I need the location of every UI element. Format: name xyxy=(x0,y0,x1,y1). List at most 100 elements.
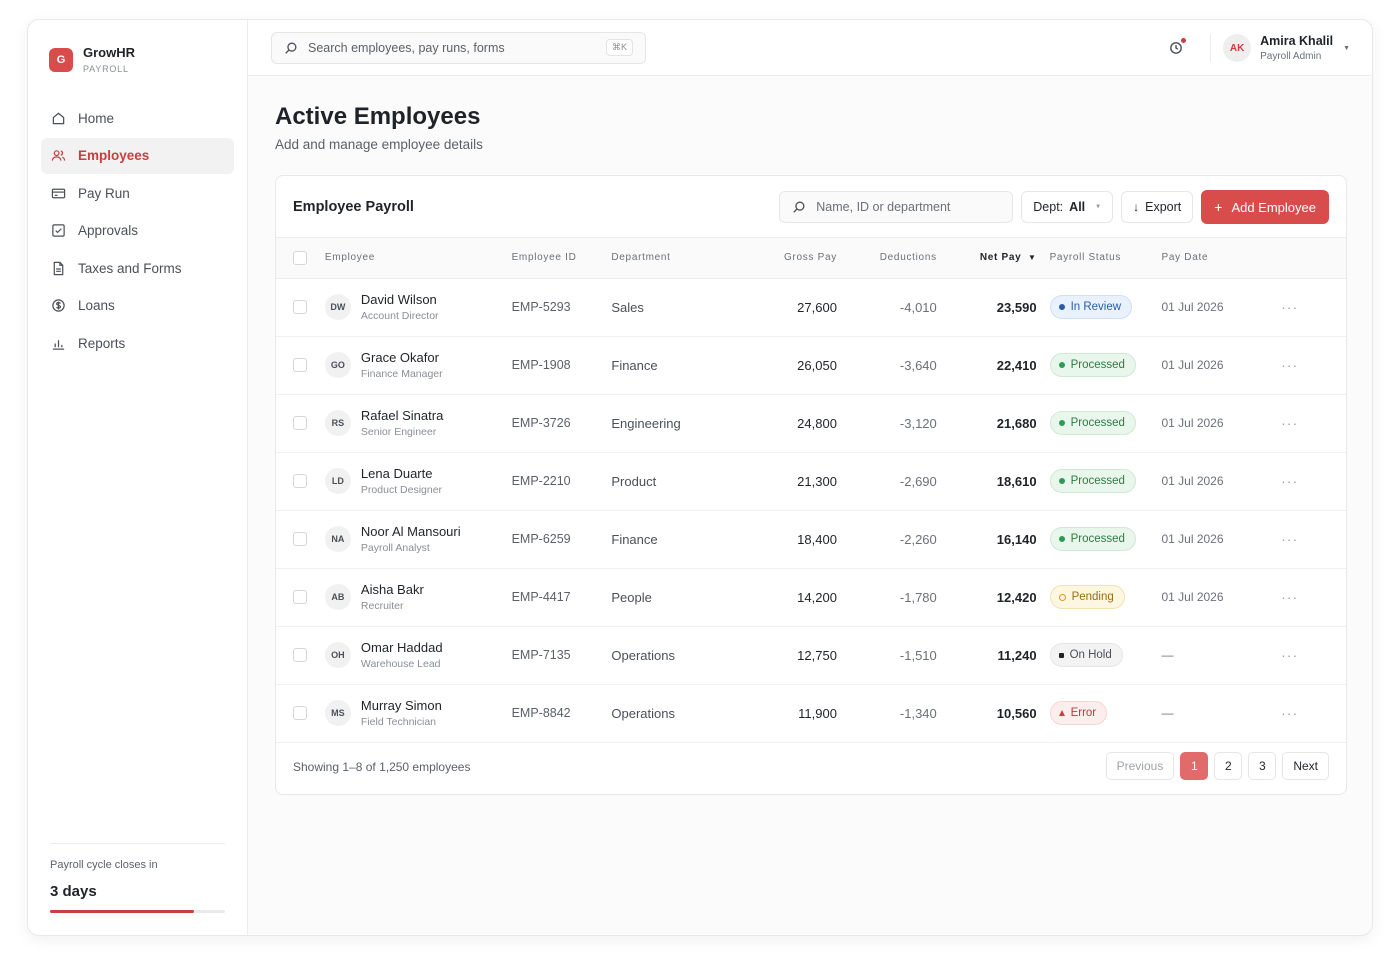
employee-id: EMP-2210 xyxy=(511,474,571,488)
avatar: OH xyxy=(324,642,351,668)
table-header-row: Employee Employee ID Department Gross Pa… xyxy=(276,238,1346,278)
status-indicator-icon xyxy=(1058,304,1065,310)
column-header-net[interactable]: Net Pay ▼ xyxy=(937,238,1037,278)
export-button[interactable]: ↓ Export xyxy=(1121,191,1194,223)
page-button-1[interactable]: 1 xyxy=(1180,752,1209,780)
more-actions-icon[interactable]: ··· xyxy=(1281,531,1298,547)
column-header-deductions[interactable]: Deductions xyxy=(837,238,937,278)
status-badge: In Review xyxy=(1049,295,1133,319)
more-actions-icon[interactable]: ··· xyxy=(1281,589,1298,605)
row-checkbox[interactable] xyxy=(293,300,307,315)
net-pay: 12,420 xyxy=(996,589,1037,605)
gross-pay: 21,300 xyxy=(797,473,837,489)
brand-subtitle: PAYROLL xyxy=(83,64,129,74)
table-row[interactable]: NA Noor Al Mansouri Payroll Analyst EMP-… xyxy=(276,510,1346,568)
table-footer: Showing 1–8 of 1,250 employees Previous … xyxy=(276,740,1346,794)
row-checkbox[interactable] xyxy=(293,532,307,547)
more-actions-icon[interactable]: ··· xyxy=(1281,299,1298,315)
next-page-button[interactable]: Next xyxy=(1282,752,1329,780)
net-pay: 23,590 xyxy=(996,299,1037,315)
employee-table: Employee Employee ID Department Gross Pa… xyxy=(276,238,1346,743)
more-actions-icon[interactable]: ··· xyxy=(1281,473,1298,489)
status-badge: Processed xyxy=(1049,411,1136,435)
add-employee-label: Add Employee xyxy=(1231,199,1316,215)
search-input[interactable] xyxy=(308,40,596,55)
sidebar-item-loans[interactable]: Loans xyxy=(41,288,234,324)
avatar: DW xyxy=(324,294,351,320)
select-all-checkbox[interactable] xyxy=(293,250,307,265)
add-employee-button[interactable]: + Add Employee xyxy=(1201,190,1329,224)
column-header-date[interactable]: Pay Date xyxy=(1161,238,1281,278)
employee-role: Field Technician xyxy=(360,716,437,728)
row-checkbox[interactable] xyxy=(293,590,307,605)
more-actions-icon[interactable]: ··· xyxy=(1281,647,1298,663)
notifications-button[interactable] xyxy=(1168,38,1187,57)
sidebar-item-employees[interactable]: Employees xyxy=(41,137,234,174)
sidebar-item-reports[interactable]: Reports xyxy=(41,325,234,361)
employee-name[interactable]: Rafael Sinatra xyxy=(361,408,443,423)
page-subtitle: Add and manage employee details xyxy=(275,137,483,152)
table-search-input[interactable] xyxy=(816,200,1001,214)
check-square-icon xyxy=(52,224,65,237)
page-button-2[interactable]: 2 xyxy=(1214,752,1243,780)
more-actions-icon[interactable]: ··· xyxy=(1281,415,1298,431)
employee-name[interactable]: Murray Simon xyxy=(361,698,442,713)
page-button-3[interactable]: 3 xyxy=(1248,752,1277,780)
row-checkbox[interactable] xyxy=(293,648,307,663)
status-badge: Processed xyxy=(1049,469,1136,493)
more-actions-icon[interactable]: ··· xyxy=(1281,357,1298,373)
sidebar-item-approvals[interactable]: Approvals xyxy=(41,213,234,249)
table-row[interactable]: AB Aisha Bakr Recruiter EMP-4417 People … xyxy=(276,568,1346,626)
employee-name[interactable]: Noor Al Mansouri xyxy=(361,524,461,539)
column-header-id[interactable]: Employee ID xyxy=(512,238,612,278)
status-indicator-icon xyxy=(1058,652,1064,658)
table-row[interactable]: RS Rafael Sinatra Senior Engineer EMP-37… xyxy=(276,394,1346,452)
global-search[interactable]: ⌘K xyxy=(271,31,646,64)
more-actions-icon[interactable]: ··· xyxy=(1281,705,1298,721)
column-header-gross[interactable]: Gross Pay xyxy=(731,238,837,278)
cycle-value: 3 days xyxy=(50,883,97,900)
sidebar-item-taxes[interactable]: Taxes and Forms xyxy=(41,250,234,286)
employee-name[interactable]: Grace Okafor xyxy=(361,350,443,365)
department: People xyxy=(611,589,652,605)
pay-date: — xyxy=(1161,648,1174,662)
card-header: Employee Payroll Dept: All ▼ ↓ Export xyxy=(276,176,1346,238)
dept-filter[interactable]: Dept: All ▼ xyxy=(1021,191,1114,223)
employee-name[interactable]: Lena Duarte xyxy=(361,466,442,481)
status-indicator-icon xyxy=(1058,420,1065,426)
sidebar-nav: Home Employees Pay Run Approvals Taxes a… xyxy=(41,100,234,361)
sidebar-item-home[interactable]: Home xyxy=(41,100,234,136)
previous-page-button[interactable]: Previous xyxy=(1105,752,1175,780)
chevron-down-icon[interactable]: ▼ xyxy=(1343,45,1350,52)
row-checkbox[interactable] xyxy=(293,416,307,431)
sidebar-item-pay-run[interactable]: Pay Run xyxy=(41,175,234,211)
employee-role: Finance Manager xyxy=(360,368,443,380)
user-role: Payroll Admin xyxy=(1260,51,1322,62)
employee-cell: GO Grace Okafor Finance Manager xyxy=(324,350,512,380)
table-row[interactable]: DW David Wilson Account Director EMP-529… xyxy=(276,278,1346,336)
employee-role: Payroll Analyst xyxy=(360,542,430,554)
table-search[interactable] xyxy=(779,191,1014,223)
row-checkbox[interactable] xyxy=(293,358,307,373)
column-header-status[interactable]: Payroll Status xyxy=(1037,238,1162,278)
table-row[interactable]: LD Lena Duarte Product Designer EMP-2210… xyxy=(276,452,1346,510)
deductions: -3,120 xyxy=(899,415,937,431)
employee-cell: AB Aisha Bakr Recruiter xyxy=(324,582,512,612)
row-checkbox[interactable] xyxy=(293,706,307,721)
shortcut-hint: ⌘K xyxy=(605,39,633,56)
avatar[interactable]: AK xyxy=(1223,34,1252,62)
employee-cell: LD Lena Duarte Product Designer xyxy=(324,466,512,496)
topbar-right: AK Amira Khalil Payroll Admin ▼ xyxy=(1168,20,1350,76)
column-header-employee[interactable]: Employee xyxy=(325,238,512,278)
employee-name[interactable]: Omar Haddad xyxy=(361,640,443,655)
employee-name[interactable]: David Wilson xyxy=(361,292,439,307)
brand[interactable]: G GrowHR PAYROLL xyxy=(41,20,234,74)
pay-date: — xyxy=(1161,706,1174,720)
table-row[interactable]: OH Omar Haddad Warehouse Lead EMP-7135 O… xyxy=(276,626,1346,684)
row-checkbox[interactable] xyxy=(293,474,307,489)
employee-name[interactable]: Aisha Bakr xyxy=(361,582,424,597)
user-menu[interactable]: Amira Khalil Payroll Admin xyxy=(1260,34,1333,62)
table-row[interactable]: MS Murray Simon Field Technician EMP-884… xyxy=(276,684,1346,742)
column-header-department[interactable]: Department xyxy=(611,238,731,278)
table-row[interactable]: GO Grace Okafor Finance Manager EMP-1908… xyxy=(276,336,1346,394)
